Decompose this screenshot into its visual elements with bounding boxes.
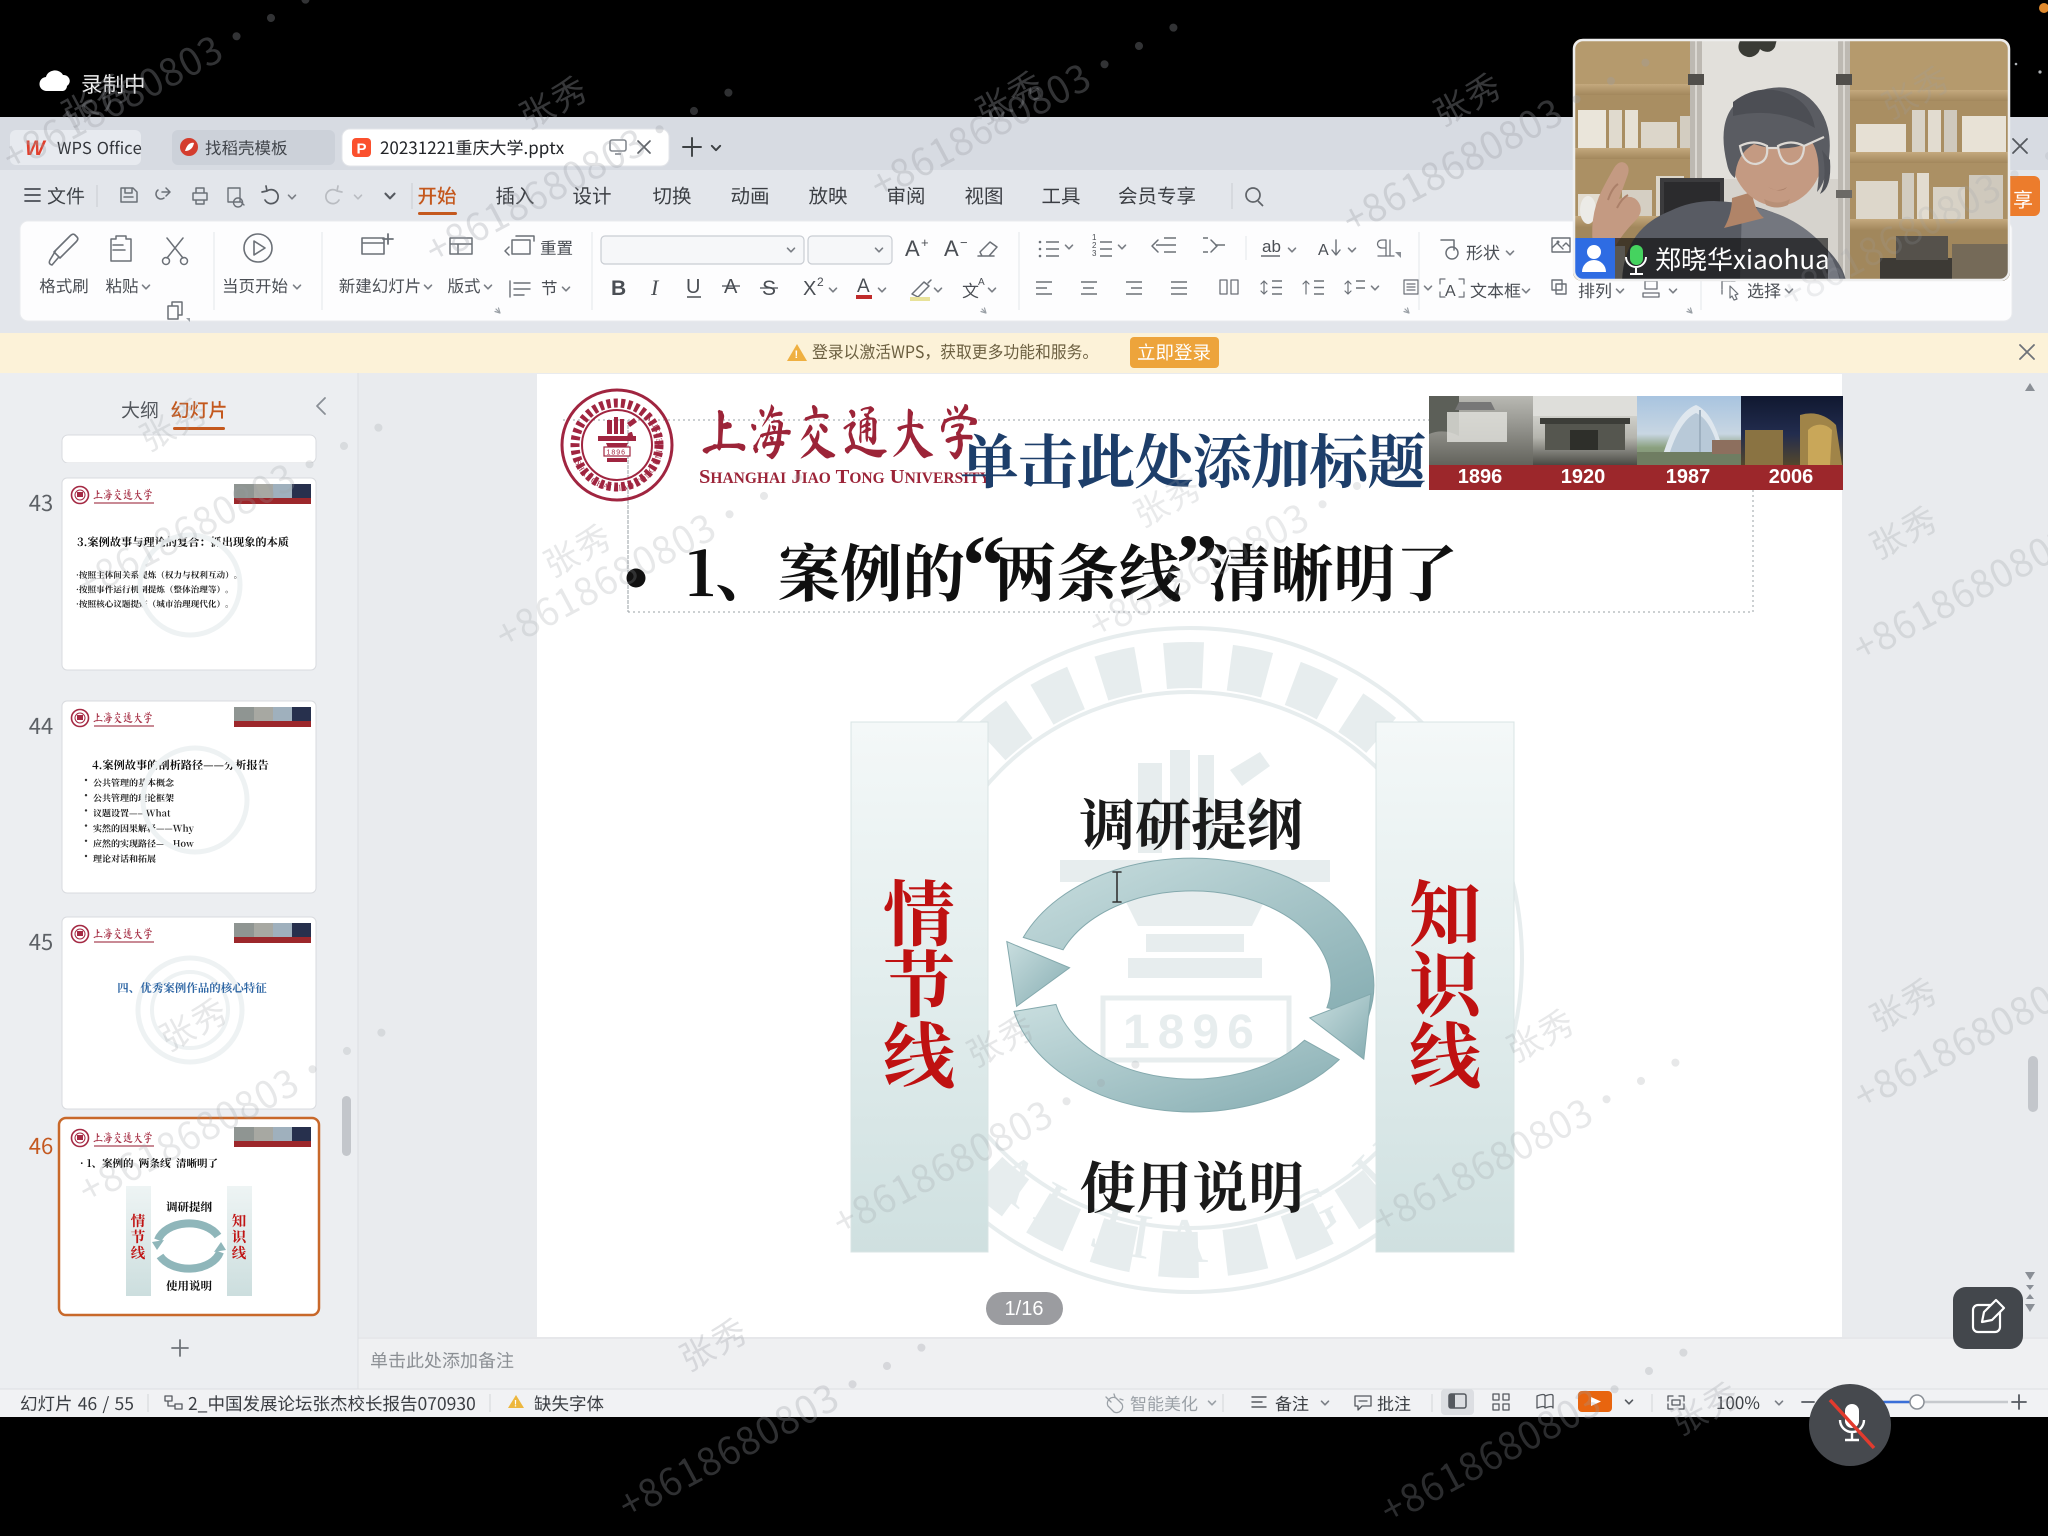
svg-text:A: A	[724, 276, 738, 298]
svg-text:1896: 1896	[1458, 466, 1503, 488]
svg-text:A: A	[978, 277, 985, 288]
svg-text:ab: ab	[1262, 237, 1281, 256]
svg-text:−: −	[960, 235, 968, 250]
svg-text:SHANGHAI JIAO TONG UNIVERSITY: SHANGHAI JIAO TONG UNIVERSITY	[699, 466, 991, 488]
svg-text:A: A	[905, 236, 920, 261]
svg-text:1/16: 1/16	[1005, 1298, 1044, 1320]
svg-text:2: 2	[817, 275, 824, 289]
svg-text:U: U	[686, 276, 700, 298]
svg-text:“: “	[962, 517, 1005, 613]
svg-text:!: !	[514, 1399, 517, 1409]
svg-text:1920: 1920	[1561, 466, 1606, 488]
svg-text:3: 3	[1092, 249, 1097, 258]
svg-text:B: B	[611, 277, 626, 300]
svg-text:A: A	[857, 276, 870, 297]
svg-text:X: X	[803, 278, 816, 300]
svg-text:A: A	[944, 236, 959, 261]
svg-text:!: !	[795, 349, 799, 361]
svg-text:1896: 1896	[1123, 1006, 1262, 1059]
svg-text:1987: 1987	[1666, 466, 1711, 488]
svg-text:A: A	[1318, 242, 1329, 259]
svg-text:P: P	[357, 141, 367, 158]
svg-text:2006: 2006	[1769, 466, 1814, 488]
svg-text:1896: 1896	[607, 450, 627, 457]
svg-text:”: ”	[1176, 518, 1218, 611]
svg-text:+: +	[921, 235, 929, 250]
svg-text:A: A	[1445, 283, 1456, 300]
